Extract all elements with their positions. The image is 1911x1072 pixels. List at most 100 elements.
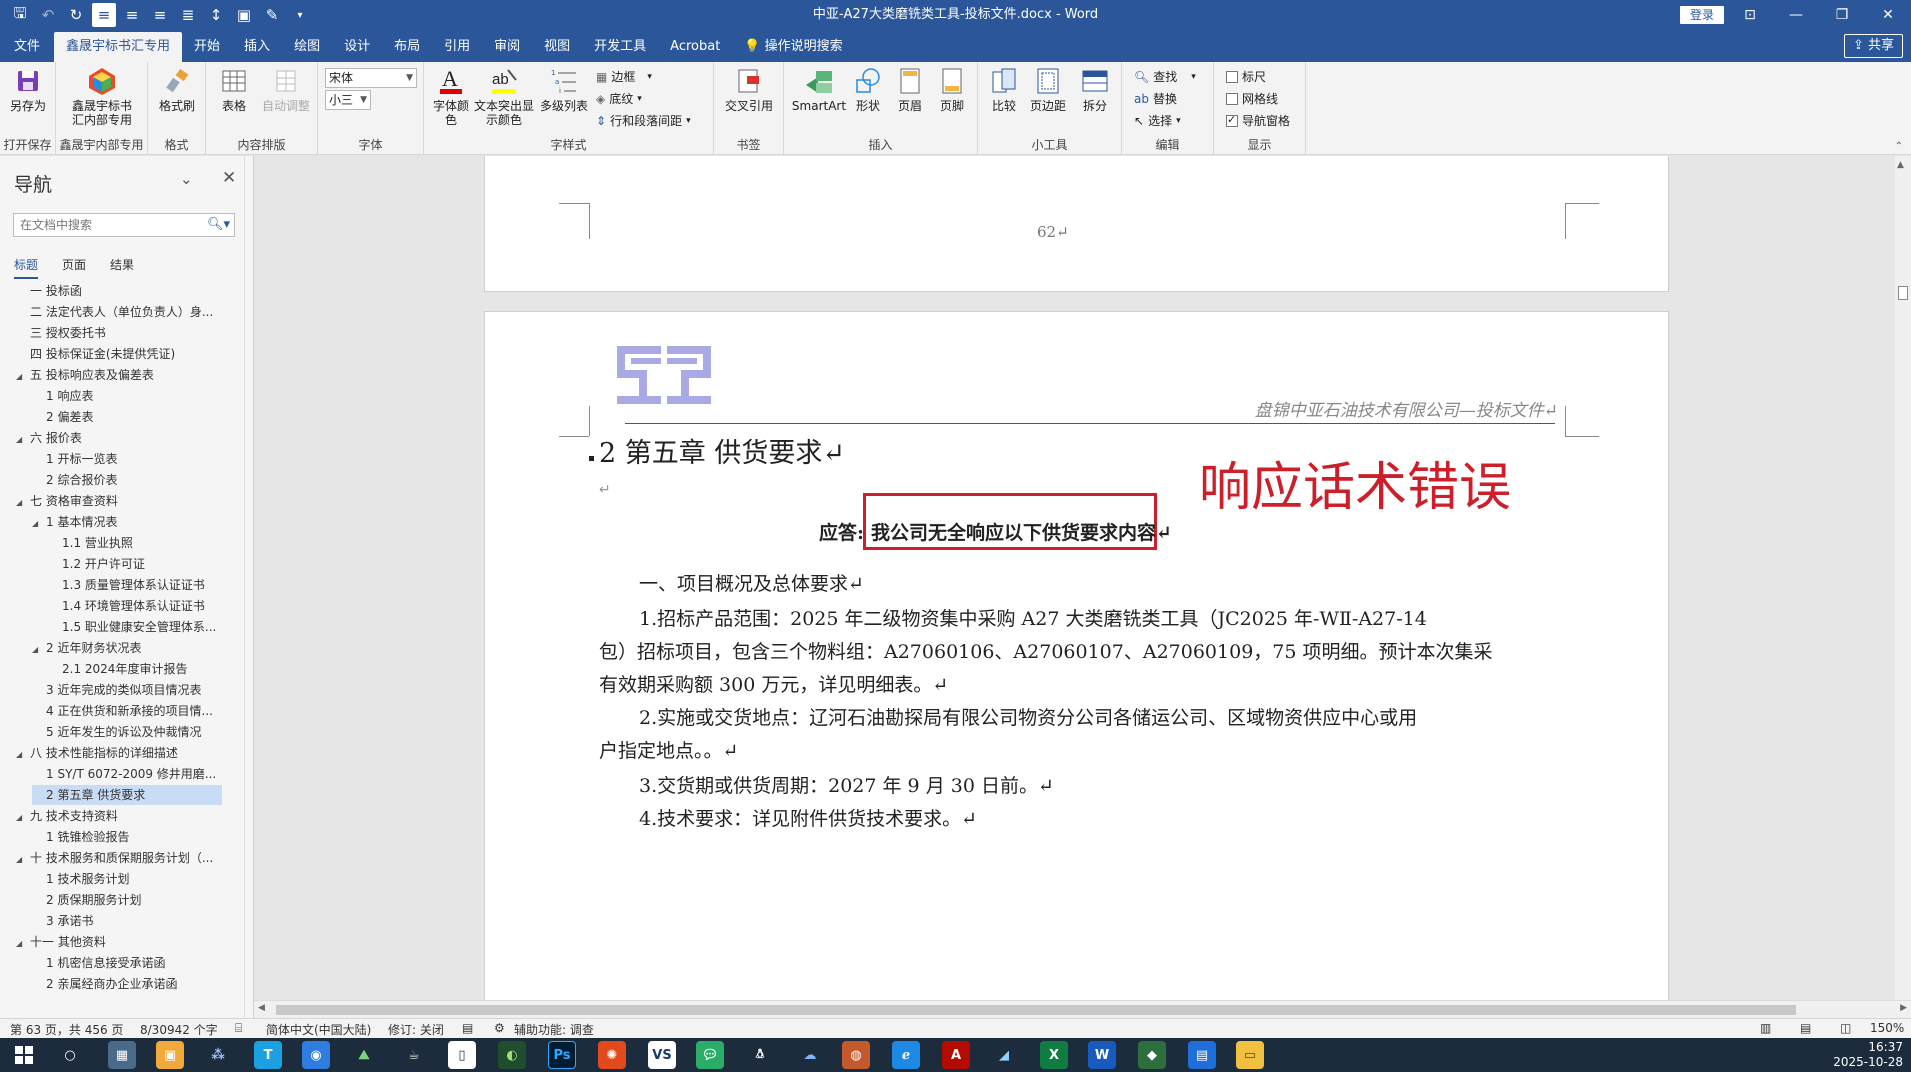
app-icon[interactable]: ▣: [156, 1041, 184, 1069]
tab-layout[interactable]: 布局: [382, 32, 432, 62]
gridlines-checkbox[interactable]: 网格线: [1226, 90, 1278, 107]
nav-heading-item[interactable]: 二 法定代表人（单位负责人）身...: [16, 302, 240, 322]
format-painter-button[interactable]: 格式刷: [154, 66, 200, 113]
app-icon[interactable]: ◆: [1138, 1041, 1166, 1069]
nav-heading-item[interactable]: ◢ 1 基本情况表: [32, 512, 240, 532]
network-app-icon[interactable]: ⁂: [204, 1041, 232, 1069]
nav-heading-item[interactable]: ◢ 六 报价表: [16, 428, 240, 448]
customize-qat-icon[interactable]: ▾: [286, 1, 314, 29]
todesk-icon[interactable]: T: [254, 1041, 282, 1069]
edge-icon[interactable]: ℯ: [892, 1041, 920, 1069]
nav-tab-results[interactable]: 结果: [110, 256, 134, 279]
nav-heading-item[interactable]: ◢ 五 投标响应表及偏差表: [16, 365, 240, 385]
status-accessibility[interactable]: 辅助功能: 调查: [514, 1021, 594, 1038]
chevron-down-icon[interactable]: ⌄: [180, 170, 193, 188]
tab-acrobat[interactable]: Acrobat: [658, 32, 732, 62]
nav-heading-item[interactable]: ◢ 2 近年财务状况表: [32, 638, 240, 658]
collapse-triangle-icon[interactable]: ◢: [16, 430, 30, 448]
font-size-select[interactable]: 小三 ▼: [325, 90, 371, 110]
minimize-icon[interactable]: —: [1773, 0, 1819, 30]
nav-search-input[interactable]: 在文档中搜索 🔍︎▾: [13, 213, 235, 237]
xsy-tool-button[interactable]: 鑫晟宇标书 汇内部专用: [62, 66, 142, 127]
align-center-icon[interactable]: ≡: [118, 1, 146, 29]
table-button[interactable]: 表格: [214, 66, 254, 113]
file-icon[interactable]: ▯: [448, 1041, 476, 1069]
nav-heading-item[interactable]: ◢ 十 技术服务和质保期服务计划（...: [16, 848, 240, 868]
save-as-button[interactable]: 另存为: [6, 66, 50, 113]
vertical-scrollbar[interactable]: ▲: [1895, 156, 1911, 1000]
nav-pane-checkbox[interactable]: 导航窗格: [1226, 112, 1290, 129]
collapse-triangle-icon[interactable]: ◢: [16, 745, 30, 763]
nav-heading-item[interactable]: 1 技术服务计划: [32, 869, 240, 889]
print-layout-icon[interactable]: ▤: [1800, 1021, 1811, 1035]
save-as-icon[interactable]: ▣: [230, 1, 258, 29]
search-icon[interactable]: 🔍︎▾: [207, 214, 230, 236]
format-painter-icon[interactable]: ✎: [258, 1, 286, 29]
sunflower-icon[interactable]: ✺: [598, 1041, 626, 1069]
app-circle-icon[interactable]: ◉: [302, 1041, 330, 1069]
landscape-app-icon[interactable]: ⛰: [350, 1041, 378, 1069]
tab-review[interactable]: 审阅: [482, 32, 532, 62]
font-name-select[interactable]: 宋体 ▼: [325, 68, 417, 88]
file-explorer-icon[interactable]: ▭: [1236, 1041, 1264, 1069]
select-button[interactable]: ↖ 选择 ▾: [1134, 112, 1181, 129]
login-button[interactable]: 登录: [1680, 6, 1724, 24]
find-button[interactable]: 🔍︎ 查找 ▾: [1134, 68, 1196, 85]
footer-button[interactable]: 页脚: [932, 66, 972, 113]
shape-button[interactable]: 形状: [848, 66, 888, 113]
browser-icon[interactable]: ◍: [842, 1041, 870, 1069]
scroll-up-icon[interactable]: ▲: [1897, 160, 1904, 170]
replace-button[interactable]: ab 替换: [1134, 90, 1177, 107]
calculator-icon[interactable]: ▦: [108, 1041, 136, 1069]
collapse-triangle-icon[interactable]: ◢: [16, 808, 30, 826]
nav-heading-item[interactable]: 4 正在供货和新承接的项目情...: [32, 701, 240, 721]
nav-heading-item[interactable]: ◢ 九 技术支持资料: [16, 806, 240, 826]
photoshop-icon[interactable]: Ps: [548, 1041, 576, 1069]
nav-heading-item[interactable]: 四 投标保证金(未提供凭证): [16, 344, 240, 364]
auto-adjust-button[interactable]: 自动调整: [258, 66, 314, 113]
macro-icon[interactable]: ▤: [462, 1021, 473, 1035]
tab-references[interactable]: 引用: [432, 32, 482, 62]
font-color-button[interactable]: A 字体颜 色: [432, 66, 470, 127]
tab-design[interactable]: 设计: [332, 32, 382, 62]
ruler-checkbox[interactable]: 标尺: [1226, 68, 1266, 85]
split-button[interactable]: 拆分: [1074, 66, 1116, 113]
compare-button[interactable]: 比较: [984, 66, 1024, 113]
tab-insert[interactable]: 插入: [232, 32, 282, 62]
wechat-icon[interactable]: 💬︎: [696, 1041, 724, 1069]
search-icon[interactable]: ○: [56, 1041, 84, 1069]
nav-heading-item[interactable]: ◢ 十一 其他资料: [16, 932, 240, 952]
margins-button[interactable]: 页边距: [1026, 66, 1070, 113]
app-icon[interactable]: ◢: [990, 1041, 1018, 1069]
read-mode-icon[interactable]: ▥: [1760, 1021, 1771, 1035]
tab-file[interactable]: 文件: [0, 32, 54, 62]
nav-tab-pages[interactable]: 页面: [62, 256, 86, 279]
zoom-level[interactable]: 150%: [1870, 1021, 1904, 1035]
nav-heading-item[interactable]: 2 综合报价表: [32, 470, 240, 490]
nav-heading-item[interactable]: 1.1 营业执照: [48, 533, 240, 553]
scroll-left-icon[interactable]: ◀: [258, 1003, 265, 1013]
nav-heading-item[interactable]: 2 质保期服务计划: [32, 890, 240, 910]
horizontal-scrollbar[interactable]: ◀ ▶: [254, 1000, 1911, 1018]
taskbar-clock[interactable]: 16:37 2025-10-28: [1833, 1040, 1903, 1070]
nav-heading-item[interactable]: 1 SY/T 6072-2009 修井用磨...: [32, 764, 240, 784]
save-icon[interactable]: 🖫: [6, 1, 34, 29]
restore-icon[interactable]: ❐: [1819, 0, 1865, 30]
collapse-triangle-icon[interactable]: ◢: [32, 514, 46, 532]
nav-heading-item[interactable]: 三 授权委托书: [16, 323, 240, 343]
nav-heading-item[interactable]: 2.1 2024年度审计报告: [48, 659, 240, 679]
scroll-right-icon[interactable]: ▶: [1900, 1003, 1907, 1013]
highlight-button[interactable]: ab 文本突出显 示颜色: [472, 66, 536, 127]
redo-icon[interactable]: ↻: [62, 1, 90, 29]
app-icon[interactable]: ▤: [1188, 1041, 1216, 1069]
close-icon[interactable]: ✕: [1865, 0, 1911, 30]
collapse-triangle-icon[interactable]: ◢: [16, 367, 30, 385]
status-track-changes[interactable]: 修订: 关闭: [388, 1021, 444, 1038]
nav-heading-item[interactable]: 1.3 质量管理体系认证证书: [48, 575, 240, 595]
proofing-icon[interactable]: ⌸: [235, 1021, 242, 1036]
smartart-button[interactable]: SmartArt: [792, 66, 846, 113]
app-icon[interactable]: ☁: [796, 1041, 824, 1069]
collapse-triangle-icon[interactable]: ◢: [32, 640, 46, 658]
nav-heading-item[interactable]: 1 机密信息接受承诺函: [32, 953, 240, 973]
cup-icon[interactable]: ☕: [400, 1041, 428, 1069]
